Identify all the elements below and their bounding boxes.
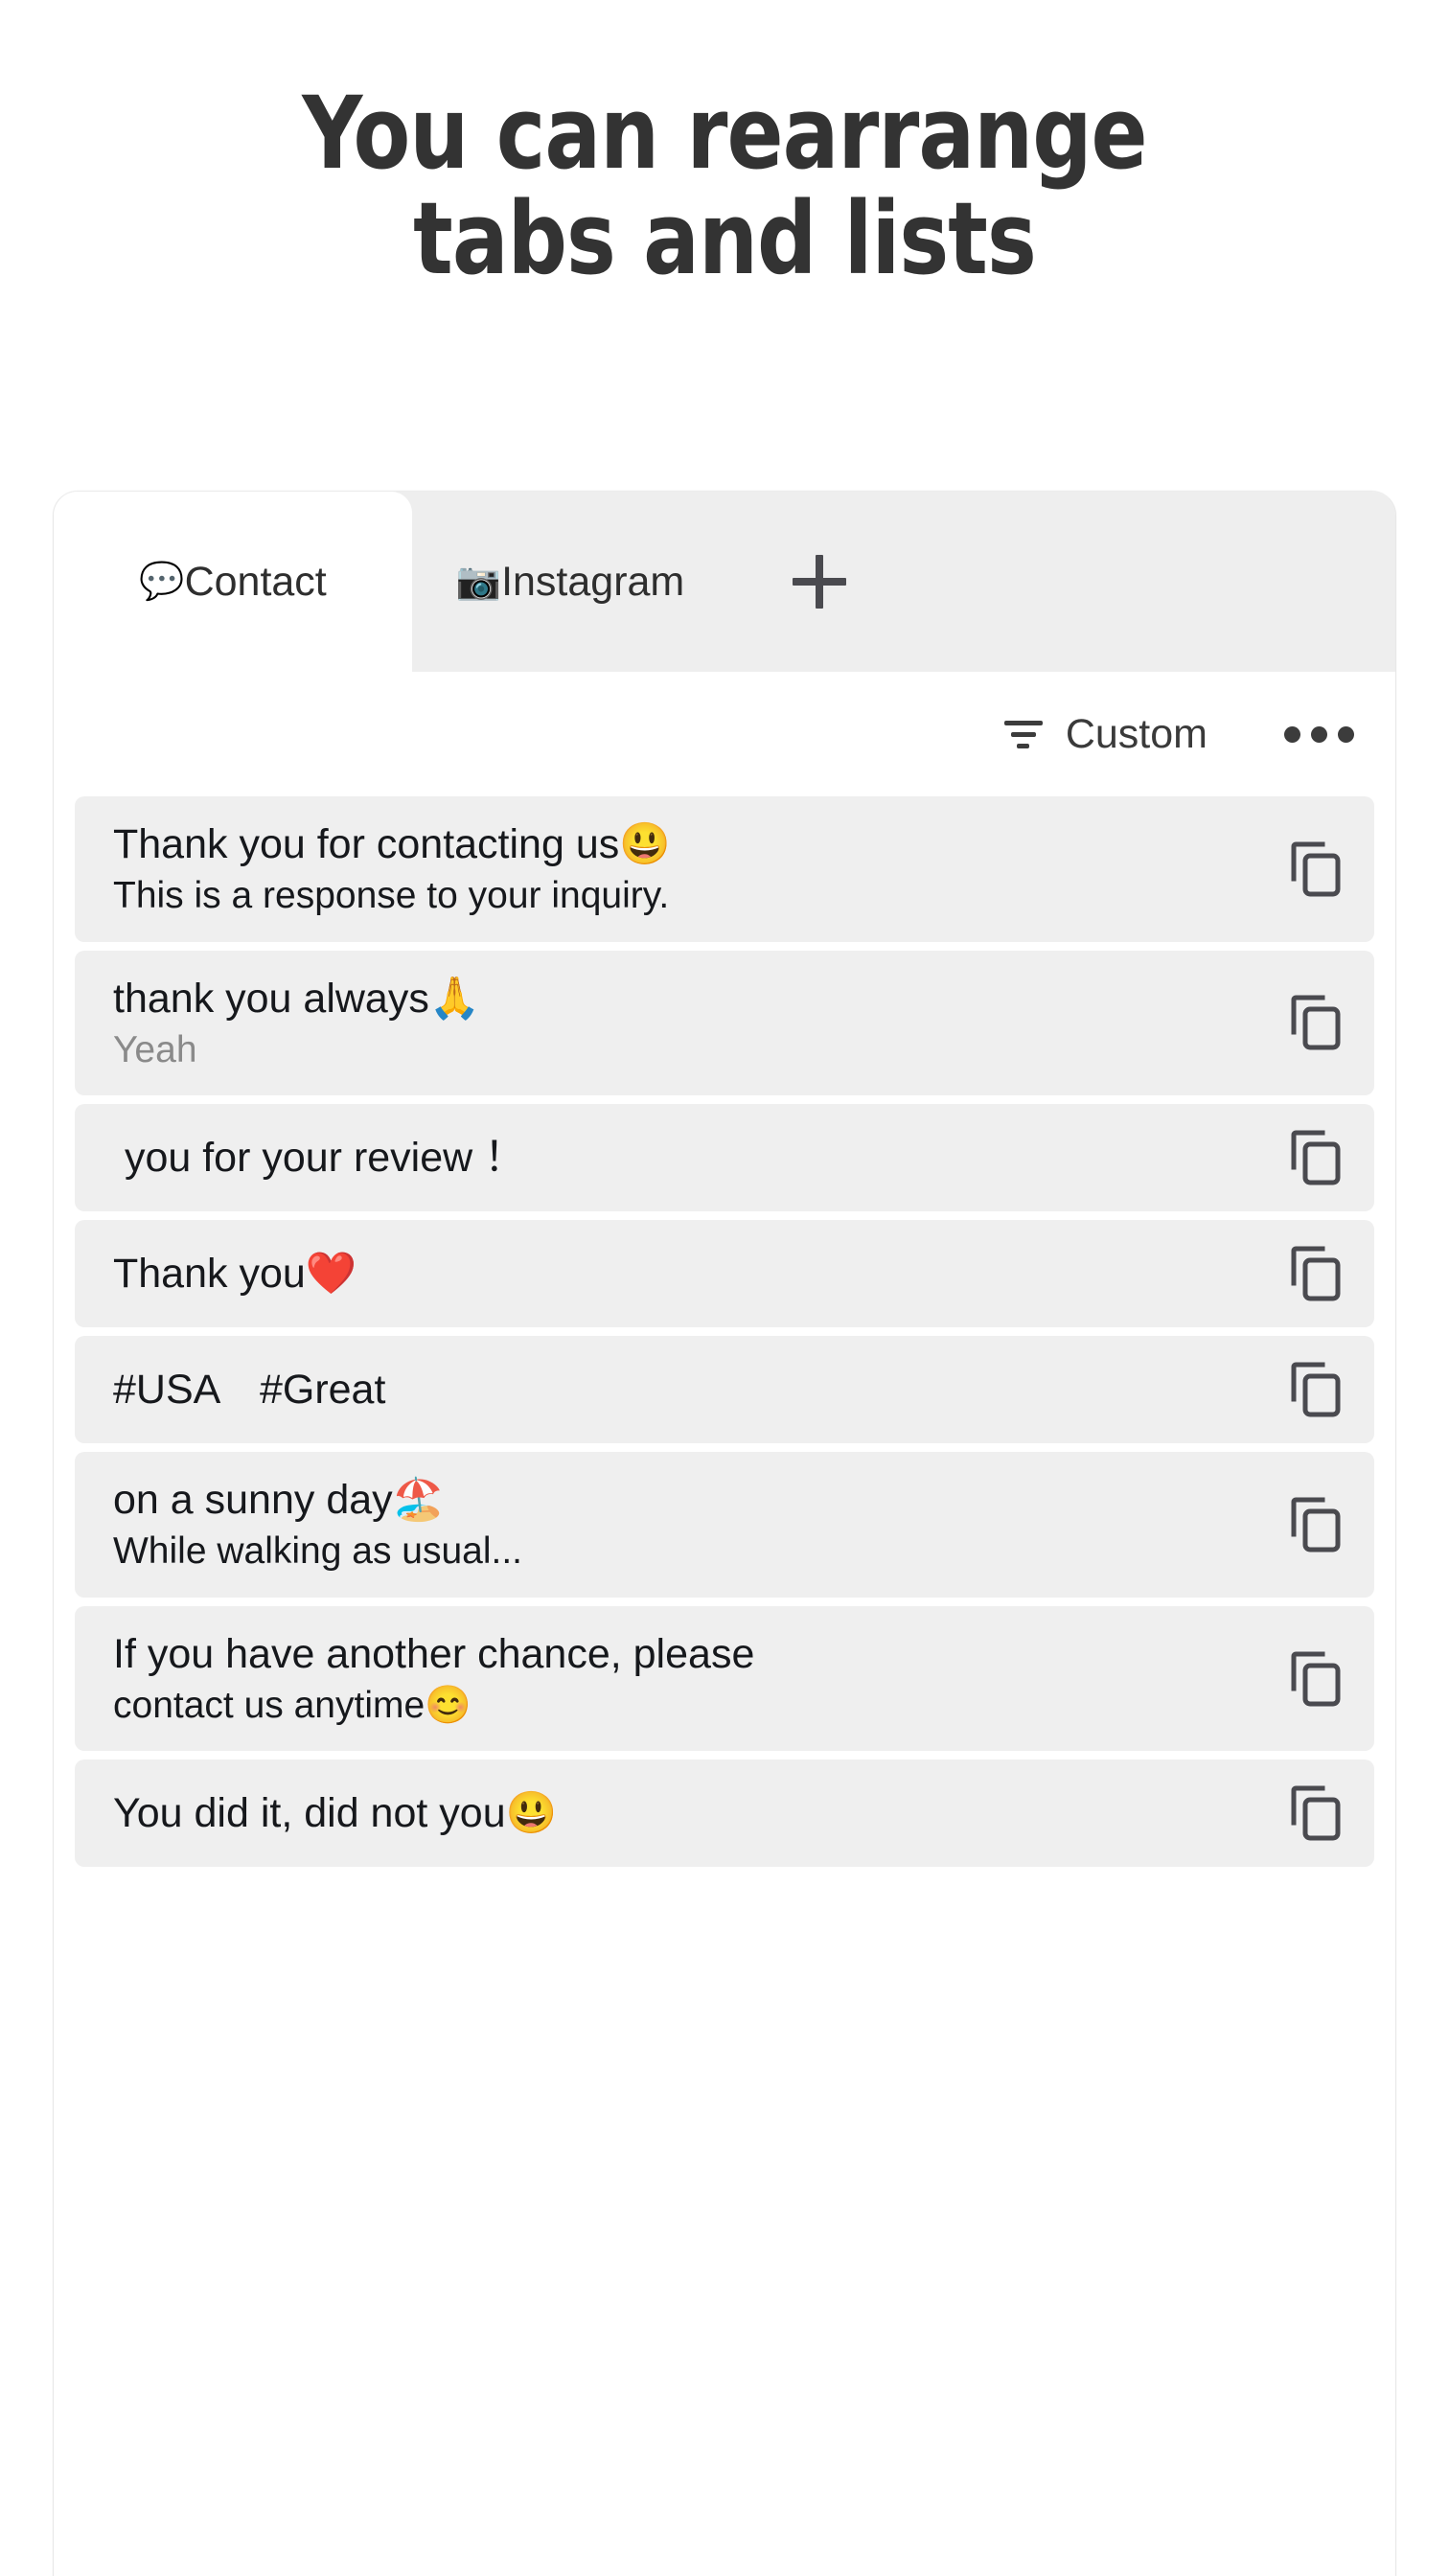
copy-button[interactable]	[1257, 840, 1374, 898]
camera-icon: 📷	[455, 562, 502, 602]
copy-icon	[1291, 1362, 1341, 1417]
more-horizontal-icon-dot-2	[1310, 725, 1327, 743]
list-item-subtitle: This is a response to your inquiry.	[113, 875, 670, 917]
tab-contact[interactable]: 💬 Contact	[54, 492, 412, 672]
list-item-title: You did it, did not you😃	[113, 1790, 558, 1837]
list-item-text: If you have another chance, please contac…	[113, 1629, 1257, 1729]
list-item-text: #USA #Great	[113, 1365, 1257, 1414]
list-item-title: you for your review ！	[113, 1135, 526, 1182]
copy-button[interactable]	[1257, 1650, 1374, 1708]
tab-instagram-label: Instagram	[501, 558, 685, 605]
list-item[interactable]: Thank you❤️	[75, 1220, 1374, 1328]
tab-instagram[interactable]: 📷 Instagram	[412, 492, 728, 672]
page-title-line-1: You can rearrange	[302, 75, 1147, 192]
more-horizontal-icon-dot-3	[1337, 725, 1354, 743]
more-horizontal-icon-dot-1	[1283, 725, 1300, 743]
phrase-list: Thank you for contacting us😃 This is a re…	[54, 796, 1395, 1868]
list-item-title: If you have another chance, please	[113, 1630, 755, 1677]
copy-icon	[1291, 1246, 1341, 1301]
copy-button[interactable]	[1257, 994, 1374, 1051]
list-item-subtitle: While walking as usual...	[113, 1530, 523, 1573]
list-item-text: Thank you for contacting us😃 This is a re…	[113, 819, 1257, 919]
copy-button[interactable]	[1257, 1245, 1374, 1302]
list-item-subtitle: contact us anytime😊	[113, 1684, 472, 1726]
list-item-text: You did it, did not you😃	[113, 1788, 1257, 1838]
page-title-line-2: tabs and lists	[413, 180, 1037, 297]
list-item-text: thank you always🙏 Yeah	[113, 974, 1257, 1073]
copy-icon	[1291, 1651, 1341, 1707]
copy-button[interactable]	[1257, 1784, 1374, 1842]
copy-icon	[1291, 1785, 1341, 1841]
list-item[interactable]: thank you always🙏 Yeah	[75, 950, 1374, 1096]
list-item[interactable]: Thank you for contacting us😃 This is a re…	[75, 796, 1374, 942]
list-item-title: thank you always🙏	[113, 975, 481, 1022]
copy-icon	[1291, 1130, 1341, 1185]
copy-icon	[1291, 841, 1341, 897]
list-item-title: Thank you for contacting us😃	[113, 821, 671, 867]
list-item-text: you for your review ！	[113, 1133, 1257, 1183]
more-options-button[interactable]	[1273, 688, 1365, 780]
sort-order-button[interactable]: Custom	[1002, 711, 1208, 758]
copy-icon	[1291, 995, 1341, 1050]
list-item-title: Thank you❤️	[113, 1251, 357, 1298]
list-item-title: #USA #Great	[113, 1367, 386, 1414]
plus-icon	[793, 555, 846, 609]
page-title: You can rearrange tabs and lists	[51, 80, 1398, 291]
copy-button[interactable]	[1257, 1129, 1374, 1186]
list-item[interactable]: on a sunny day🏖️ While walking as usual..…	[75, 1452, 1374, 1598]
speech-balloon-icon: 💬	[139, 562, 185, 602]
list-item-title: on a sunny day🏖️	[113, 1477, 445, 1524]
list-toolbar: Custom	[54, 672, 1395, 796]
screen-root: You can rearrange tabs and lists 💬 Conta…	[0, 0, 1449, 2576]
copy-button[interactable]	[1257, 1496, 1374, 1553]
list-item-text: Thank you❤️	[113, 1249, 1257, 1299]
list-item[interactable]: #USA #Great	[75, 1336, 1374, 1444]
sort-order-label: Custom	[1065, 710, 1208, 757]
list-item[interactable]: You did it, did not you😃	[75, 1760, 1374, 1868]
app-window-card: 💬 Contact 📷 Instagram Custom Thank you f…	[53, 491, 1396, 2576]
tab-contact-label: Contact	[184, 558, 327, 605]
list-item[interactable]: you for your review ！	[75, 1104, 1374, 1212]
tab-bar: 💬 Contact 📷 Instagram	[54, 492, 1395, 672]
list-item[interactable]: If you have another chance, please contac…	[75, 1605, 1374, 1752]
copy-button[interactable]	[1257, 1361, 1374, 1418]
filter-sort-icon	[1002, 718, 1045, 750]
add-tab-button[interactable]	[728, 492, 910, 672]
list-item-subtitle: Yeah	[113, 1028, 197, 1070]
list-item-text: on a sunny day🏖️ While walking as usual..…	[113, 1475, 1257, 1575]
copy-icon	[1291, 1497, 1341, 1552]
